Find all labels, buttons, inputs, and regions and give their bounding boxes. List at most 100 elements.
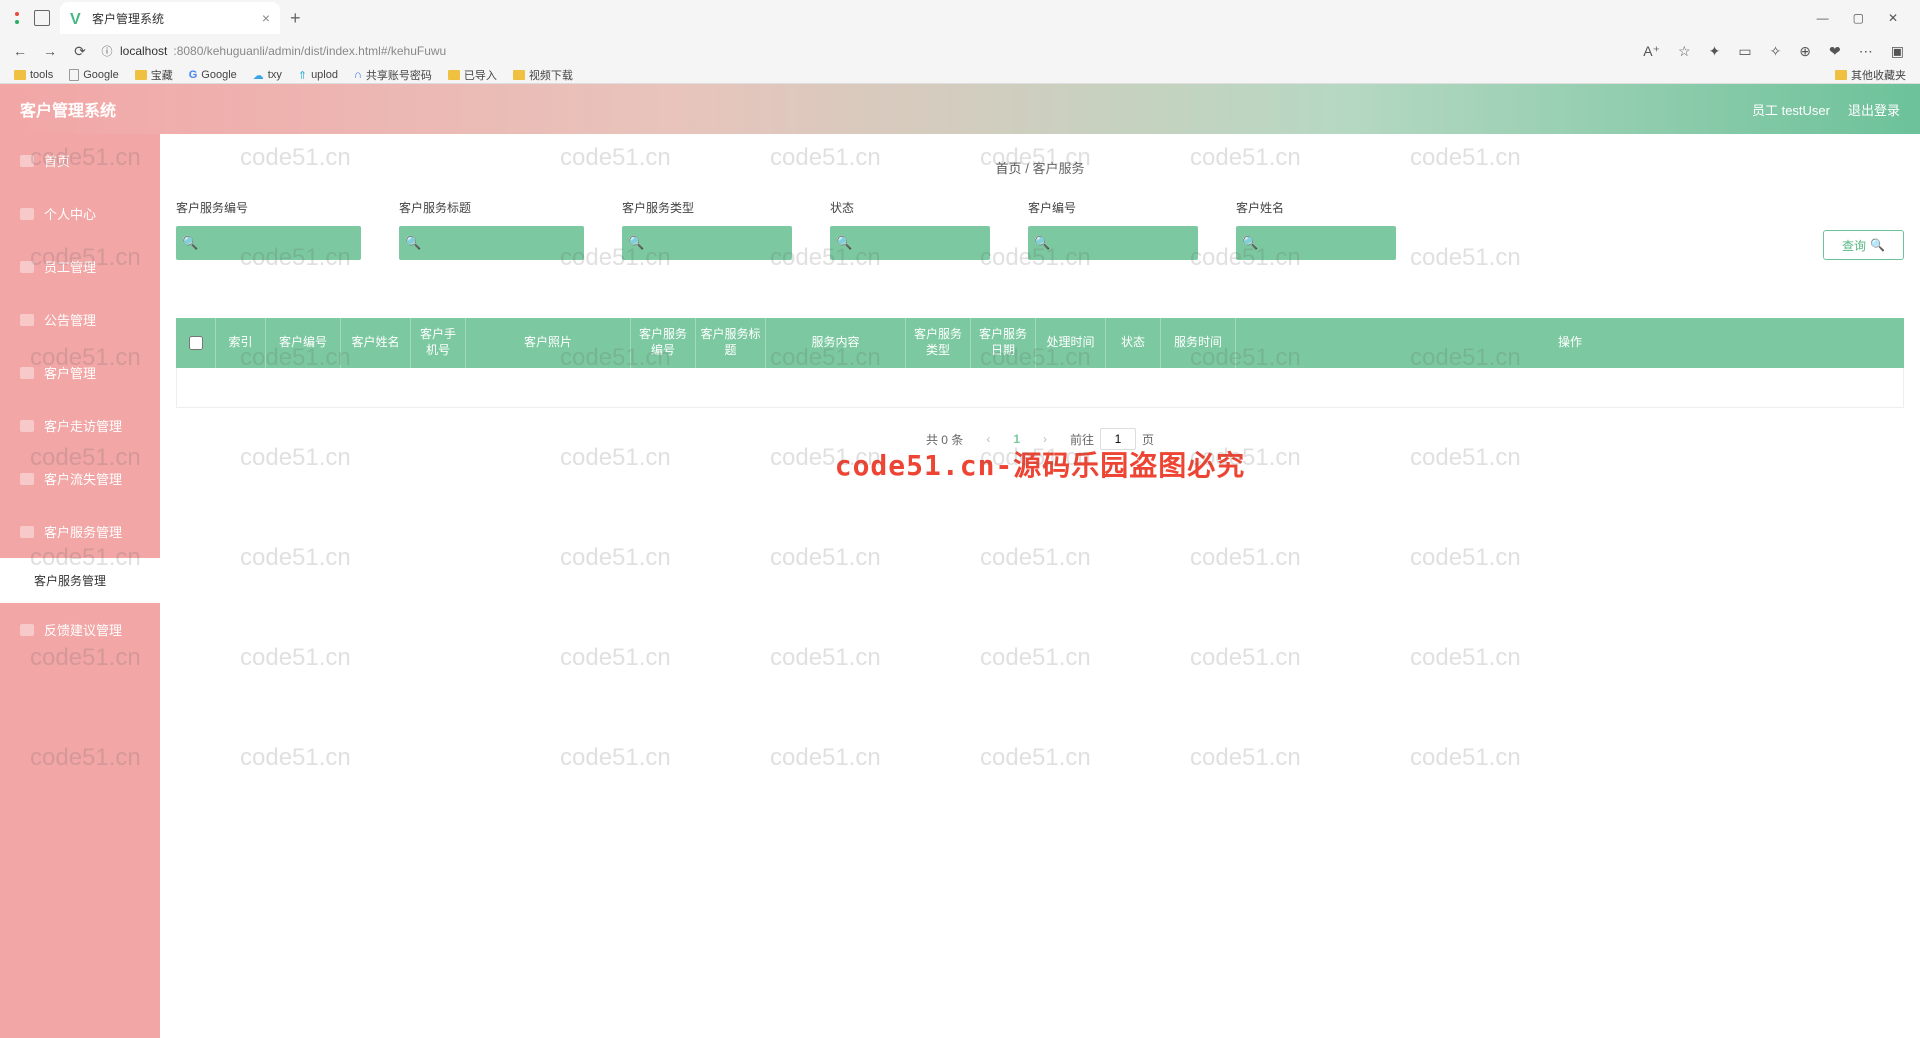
share-icon: ∩ — [354, 69, 362, 81]
bookmark-other-folder[interactable]: 其他收藏夹 — [1835, 67, 1906, 83]
site-info-icon[interactable]: ⓘ — [100, 44, 114, 58]
prev-page-button[interactable]: ‹ — [977, 428, 999, 450]
search-field-service-no: 客户服务编号 🔍 — [176, 199, 361, 260]
browser-tab[interactable]: V 客户管理系统 × — [60, 2, 280, 34]
search-input-wrap[interactable]: 🔍 — [622, 226, 792, 260]
select-all-checkbox[interactable] — [189, 336, 203, 350]
extensions-icon[interactable]: ✦ — [1709, 43, 1721, 60]
search-input[interactable] — [1264, 236, 1419, 250]
bookmark-item[interactable]: ⇑uplod — [298, 69, 338, 82]
sidebar-item-staff[interactable]: 员工管理 — [0, 240, 160, 293]
browser-chrome: V 客户管理系统 × + — ▢ ✕ ← → ⟳ ⓘ localhost :808… — [0, 0, 1920, 84]
th-service-time: 服务时间 — [1161, 318, 1236, 368]
sidebar-item-home[interactable]: 首页 — [0, 134, 160, 187]
table-body — [176, 368, 1904, 408]
back-button[interactable]: ← — [10, 41, 30, 61]
bookmark-item[interactable]: GGoogle — [189, 69, 237, 81]
search-label: 状态 — [830, 199, 990, 216]
logout-link[interactable]: 退出登录 — [1848, 100, 1900, 119]
th-customer-no: 客户编号 — [266, 318, 341, 368]
text-size-icon[interactable]: A⁺ — [1643, 43, 1660, 60]
bookmark-item[interactable]: Google — [69, 69, 118, 81]
bookmarks-bar: tools Google 宝藏 GGoogle ☁txy ⇑uplod ∩共享账… — [0, 66, 1920, 84]
th-customer-photo: 客户照片 — [466, 318, 631, 368]
sidebar-item-profile[interactable]: 个人中心 — [0, 187, 160, 240]
sidebar-item-customer[interactable]: 客户管理 — [0, 346, 160, 399]
tab-close-icon[interactable]: × — [262, 10, 270, 26]
sidebar-item-feedback[interactable]: 反馈建议管理 — [0, 603, 160, 656]
vue-favicon-icon: V — [70, 11, 84, 25]
search-input[interactable] — [858, 236, 1013, 250]
search-input-wrap[interactable]: 🔍 — [1028, 226, 1198, 260]
sidebar-item-loss[interactable]: 客户流失管理 — [0, 452, 160, 505]
window-indicator — [8, 12, 26, 24]
new-tab-button[interactable]: + — [290, 8, 301, 29]
minimize-button[interactable]: — — [1817, 11, 1829, 25]
th-customer-phone: 客户手机号 — [411, 318, 466, 368]
bookmark-item[interactable]: ☁txy — [253, 69, 282, 82]
collections-icon[interactable]: ▭ — [1738, 43, 1751, 60]
page-jump-input[interactable] — [1100, 428, 1136, 450]
bookmark-item[interactable]: 宝藏 — [135, 67, 173, 83]
close-window-button[interactable]: ✕ — [1888, 11, 1898, 25]
bookmark-item[interactable]: 已导入 — [448, 67, 497, 83]
favorite-icon[interactable]: ☆ — [1678, 43, 1691, 60]
user-info[interactable]: 员工 testUser — [1752, 100, 1830, 119]
reading-list-icon[interactable]: ✧ — [1770, 43, 1782, 60]
search-field-service-type: 客户服务类型 🔍 — [622, 199, 792, 260]
search-input[interactable] — [204, 236, 359, 250]
bookmark-item[interactable]: ∩共享账号密码 — [354, 67, 432, 83]
th-select-all[interactable] — [176, 318, 216, 368]
header-right: 员工 testUser 退出登录 — [1752, 100, 1900, 119]
upload-icon: ⇑ — [298, 69, 307, 82]
search-input-wrap[interactable]: 🔍 — [830, 226, 990, 260]
breadcrumb-home[interactable]: 首页 — [996, 161, 1022, 176]
bookmark-item[interactable]: tools — [14, 69, 53, 81]
sidebar-item-notice[interactable]: 公告管理 — [0, 293, 160, 346]
folder-icon — [14, 70, 26, 80]
bookmark-item[interactable]: 视频下载 — [513, 67, 573, 83]
search-icon: 🔍 — [1870, 238, 1885, 252]
search-input-wrap[interactable]: 🔍 — [1236, 226, 1396, 260]
search-field-state: 状态 🔍 — [830, 199, 990, 260]
forward-button[interactable]: → — [40, 41, 60, 61]
pagination: 共 0 条 ‹ 1 › 前往 页 — [160, 428, 1920, 450]
query-button[interactable]: 查询🔍 — [1823, 230, 1904, 260]
table-header: 索引 客户编号 客户姓名 客户手机号 客户照片 客户服务编号 客户服务标题 服务… — [176, 318, 1904, 368]
th-state: 状态 — [1106, 318, 1161, 368]
search-input[interactable] — [427, 236, 582, 250]
main-content: 首页 / 客户服务 客户服务编号 🔍 客户服务标题 🔍 客户服务类型 🔍 状态 … — [160, 134, 1920, 1038]
search-field-customer-no: 客户编号 🔍 — [1028, 199, 1198, 260]
search-input[interactable] — [1056, 236, 1211, 250]
performance-icon[interactable]: ❤ — [1829, 43, 1841, 60]
next-page-button[interactable]: › — [1034, 428, 1056, 450]
url-host: localhost — [120, 44, 167, 58]
address-bar[interactable]: ⓘ localhost :8080/kehuguanli/admin/dist/i… — [100, 44, 1633, 58]
search-label: 客户服务类型 — [622, 199, 792, 216]
reload-button[interactable]: ⟳ — [70, 41, 90, 61]
sidebar-item-visit[interactable]: 客户走访管理 — [0, 399, 160, 452]
search-icon: 🔍 — [628, 235, 644, 251]
downloads-icon[interactable]: ⊕ — [1799, 43, 1811, 60]
maximize-button[interactable]: ▢ — [1853, 11, 1864, 25]
search-input[interactable] — [650, 236, 805, 250]
app-header: 客户管理系统 员工 testUser 退出登录 — [0, 84, 1920, 134]
page-number[interactable]: 1 — [1013, 432, 1020, 446]
sidebar-subitem-service-manage[interactable]: 客户服务管理 — [0, 558, 160, 603]
search-icon: 🔍 — [405, 235, 421, 251]
th-handle-time: 处理时间 — [1036, 318, 1106, 368]
tab-strip: V 客户管理系统 × + — ▢ ✕ — [0, 0, 1920, 36]
sidebar-toggle-icon[interactable]: ▣ — [1891, 43, 1904, 60]
search-icon: 🔍 — [182, 235, 198, 251]
search-label: 客户编号 — [1028, 199, 1198, 216]
page-jump: 前往 页 — [1070, 428, 1154, 450]
workspace-icon[interactable] — [34, 10, 50, 26]
th-service-content: 服务内容 — [766, 318, 906, 368]
sidebar: 首页 个人中心 员工管理 公告管理 客户管理 客户走访管理 客户流失管理 客户服… — [0, 134, 160, 1038]
sidebar-item-service[interactable]: 客户服务管理 — [0, 505, 160, 558]
breadcrumb: 首页 / 客户服务 — [160, 134, 1920, 189]
search-input-wrap[interactable]: 🔍 — [399, 226, 584, 260]
more-icon[interactable]: ⋯ — [1859, 43, 1873, 60]
url-path: :8080/kehuguanli/admin/dist/index.html#/… — [173, 44, 446, 58]
search-input-wrap[interactable]: 🔍 — [176, 226, 361, 260]
